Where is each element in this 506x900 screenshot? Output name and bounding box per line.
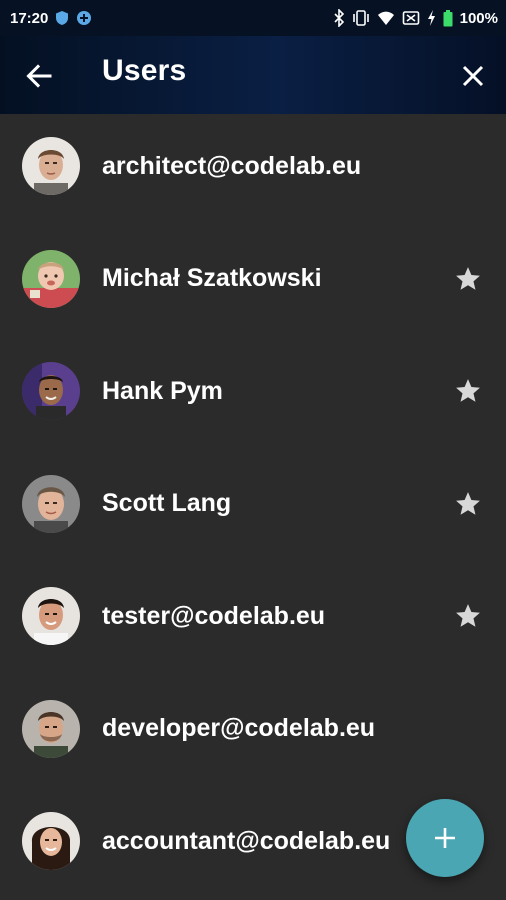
- avatar: [22, 812, 80, 871]
- battery-level: 100%: [459, 9, 498, 27]
- favorite-star-button[interactable]: [452, 375, 484, 407]
- battery-icon: [443, 9, 453, 27]
- user-row[interactable]: Scott Lang: [0, 448, 506, 561]
- user-row[interactable]: tester@codelab.eu: [0, 560, 506, 673]
- user-row[interactable]: developer@codelab.eu: [0, 673, 506, 786]
- shield-icon: [55, 10, 69, 26]
- user-name: accountant@codelab.eu: [102, 826, 391, 855]
- user-name: Scott Lang: [102, 489, 232, 518]
- status-time: 17:20: [10, 9, 49, 27]
- vibrate-icon: [352, 10, 370, 26]
- app-bar: Users: [0, 36, 506, 114]
- user-name: architect@codelab.eu: [102, 151, 362, 180]
- avatar: [22, 249, 80, 308]
- user-row[interactable]: Hank Pym: [0, 335, 506, 448]
- close-button[interactable]: [456, 59, 490, 93]
- star-icon: [456, 379, 480, 402]
- vpn-icon: [76, 10, 92, 26]
- status-bar: 17:20 100%: [0, 0, 506, 36]
- avatar: [22, 699, 80, 758]
- favorite-star-button[interactable]: [452, 488, 484, 520]
- avatar: [22, 137, 80, 196]
- user-name: developer@codelab.eu: [102, 714, 376, 743]
- page-title: Users: [102, 54, 187, 87]
- avatar: [22, 587, 80, 646]
- star-icon: [456, 491, 480, 515]
- no-sim-icon: [402, 10, 420, 26]
- user-list: architect@codelab.eu Michał Szatkowski H…: [0, 110, 506, 898]
- bluetooth-icon: [333, 9, 345, 27]
- user-name: Hank Pym: [102, 376, 223, 405]
- favorite-star-button[interactable]: [452, 600, 484, 632]
- add-user-button[interactable]: [406, 799, 484, 877]
- user-name: Michał Szatkowski: [102, 264, 322, 293]
- avatar: [22, 474, 80, 533]
- favorite-star-button[interactable]: [452, 263, 484, 295]
- user-row[interactable]: architect@codelab.eu: [0, 110, 506, 223]
- close-icon: [462, 65, 484, 87]
- wifi-icon: [377, 11, 395, 26]
- back-button[interactable]: [22, 59, 56, 93]
- charging-icon: [427, 10, 436, 26]
- star-icon: [456, 266, 480, 290]
- star-icon: [456, 604, 480, 627]
- user-name: tester@codelab.eu: [102, 601, 326, 630]
- avatar: [22, 362, 80, 421]
- arrow-back-icon: [26, 64, 52, 88]
- plus-icon: [435, 828, 455, 848]
- user-row[interactable]: Michał Szatkowski: [0, 223, 506, 336]
